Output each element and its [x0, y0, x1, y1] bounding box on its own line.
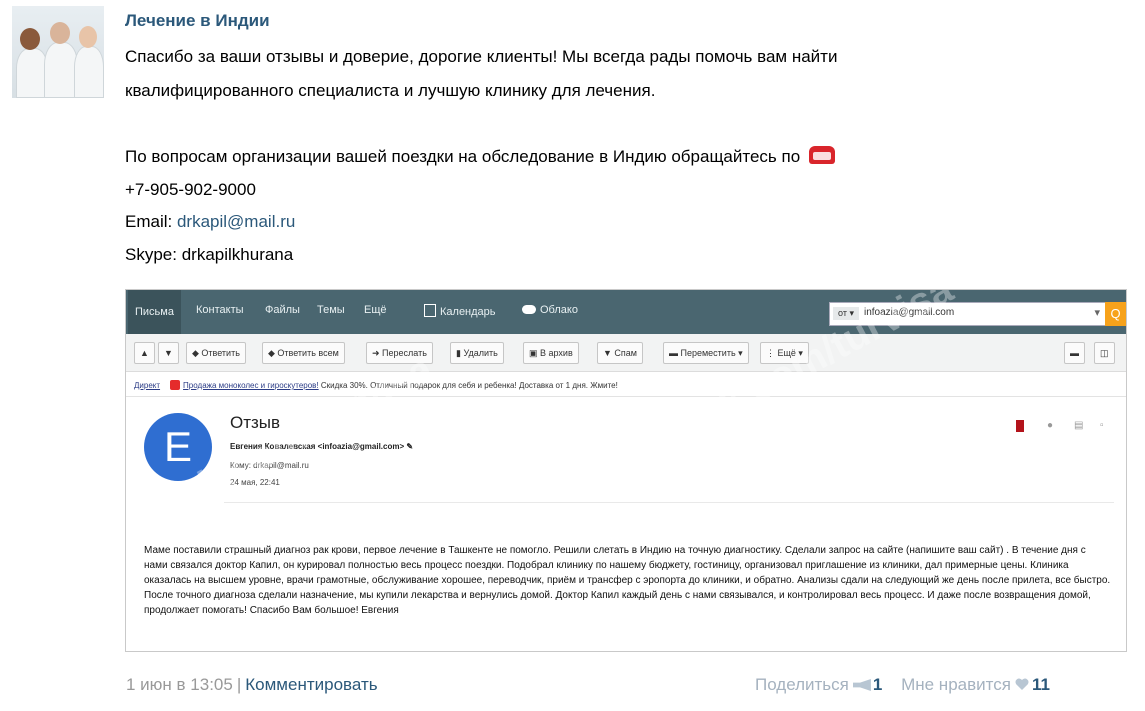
- nav-letters: Письма: [128, 290, 181, 334]
- expand-icon: ◫: [1094, 342, 1115, 364]
- reply-button: ◆ Ответить: [186, 342, 246, 364]
- divider: [126, 396, 1126, 397]
- doctor-head-3: [79, 26, 97, 48]
- heart-icon: [1015, 678, 1029, 690]
- share-button[interactable]: Поделиться 1: [755, 675, 882, 694]
- mail-top-bar: Письма Контакты Файлы Темы Ещё Календарь…: [126, 290, 1126, 334]
- email-label: Email:: [125, 212, 177, 231]
- print-icon-small: ▤: [1074, 420, 1084, 431]
- nav-cloud: Облако: [522, 304, 578, 316]
- cloud-icon: [522, 305, 536, 314]
- ad-prefix: Директ: [134, 381, 161, 390]
- calendar-icon: [424, 304, 436, 317]
- doctor-head-1: [20, 28, 40, 50]
- doctor-figure-3: [74, 46, 104, 98]
- email-link[interactable]: drkapil@mail.ru: [177, 212, 295, 231]
- doctor-head-2: [50, 22, 70, 44]
- mail-toolbar: ▲ ▼ ◆ Ответить ◆ Ответить всем ➜ Пересла…: [126, 334, 1126, 372]
- telephone-icon: [808, 146, 835, 164]
- post-text-line-1: Спасибо за ваши отзывы и доверие, дороги…: [125, 47, 838, 66]
- like-count: 11: [1031, 675, 1050, 694]
- watermark-1: vk.com/turvisa: [171, 346, 440, 518]
- megaphone-icon: [852, 679, 871, 691]
- nav-calendar: Календарь: [424, 304, 496, 318]
- mail-screenshot-image[interactable]: Письма Контакты Файлы Темы Ещё Календарь…: [125, 289, 1127, 652]
- search-icon: Q: [1105, 302, 1126, 326]
- contact-intro: По вопросам организации вашей поездки на…: [125, 147, 801, 166]
- spam-button: ▼ Спам: [597, 342, 643, 364]
- ad-link: Продажа моноколес и гироскутеров!: [183, 381, 319, 390]
- skype-label: Skype:: [125, 245, 182, 264]
- archive-button: ▣ В архив: [523, 342, 579, 364]
- post-footer: 1 июн в 13:05 | Комментировать: [126, 675, 378, 695]
- like-button[interactable]: Мне нравится 11: [901, 675, 1050, 694]
- group-avatar[interactable]: [12, 6, 104, 98]
- prev-arrow-icon: ▲: [134, 342, 155, 364]
- skype-handle: drkapilkhurana: [181, 245, 294, 264]
- move-button: ▬ Переместить ▾: [663, 342, 749, 364]
- skype-line: Skype: drkapilkhurana: [125, 243, 293, 267]
- ad-icon: [170, 380, 181, 390]
- post-actions: Поделиться 1 Мне нравится 11: [755, 675, 1050, 695]
- doctor-figure-2: [44, 42, 78, 98]
- mail-body: Маме поставили страшный диагноз рак кров…: [144, 545, 1111, 616]
- post-text-line-3: По вопросам организации вашей поездки на…: [125, 145, 835, 169]
- dot-icon: ●: [1047, 420, 1054, 431]
- nav-themes: Темы: [317, 304, 345, 316]
- reply-all-button: ◆ Ответить всем: [262, 342, 345, 364]
- chevron-down-icon: ▾: [1094, 307, 1100, 319]
- more-icon: ▫: [1100, 420, 1104, 431]
- print-icon: ▬: [1064, 342, 1085, 364]
- email-line: Email: drkapil@mail.ru: [125, 210, 295, 234]
- post-author[interactable]: Лечение в Индии: [125, 11, 270, 31]
- comment-link[interactable]: Комментировать: [245, 675, 377, 694]
- nav-more: Ещё: [364, 304, 387, 316]
- delete-button: ▮ Удалить: [450, 342, 504, 364]
- post-date[interactable]: 1 июн в 13:05: [126, 675, 233, 694]
- mail-header-divider: [224, 502, 1114, 503]
- next-arrow-icon: ▼: [158, 342, 179, 364]
- post-text-line-2: квалифицированного специалиста и лучшую …: [125, 81, 656, 100]
- nav-files: Файлы: [265, 304, 300, 316]
- separator: |: [236, 675, 242, 694]
- nav-contacts: Контакты: [196, 304, 244, 316]
- phone-number: +7-905-902-9000: [125, 180, 256, 199]
- bookmark-icon: [1016, 420, 1024, 432]
- share-count: 1: [872, 675, 883, 694]
